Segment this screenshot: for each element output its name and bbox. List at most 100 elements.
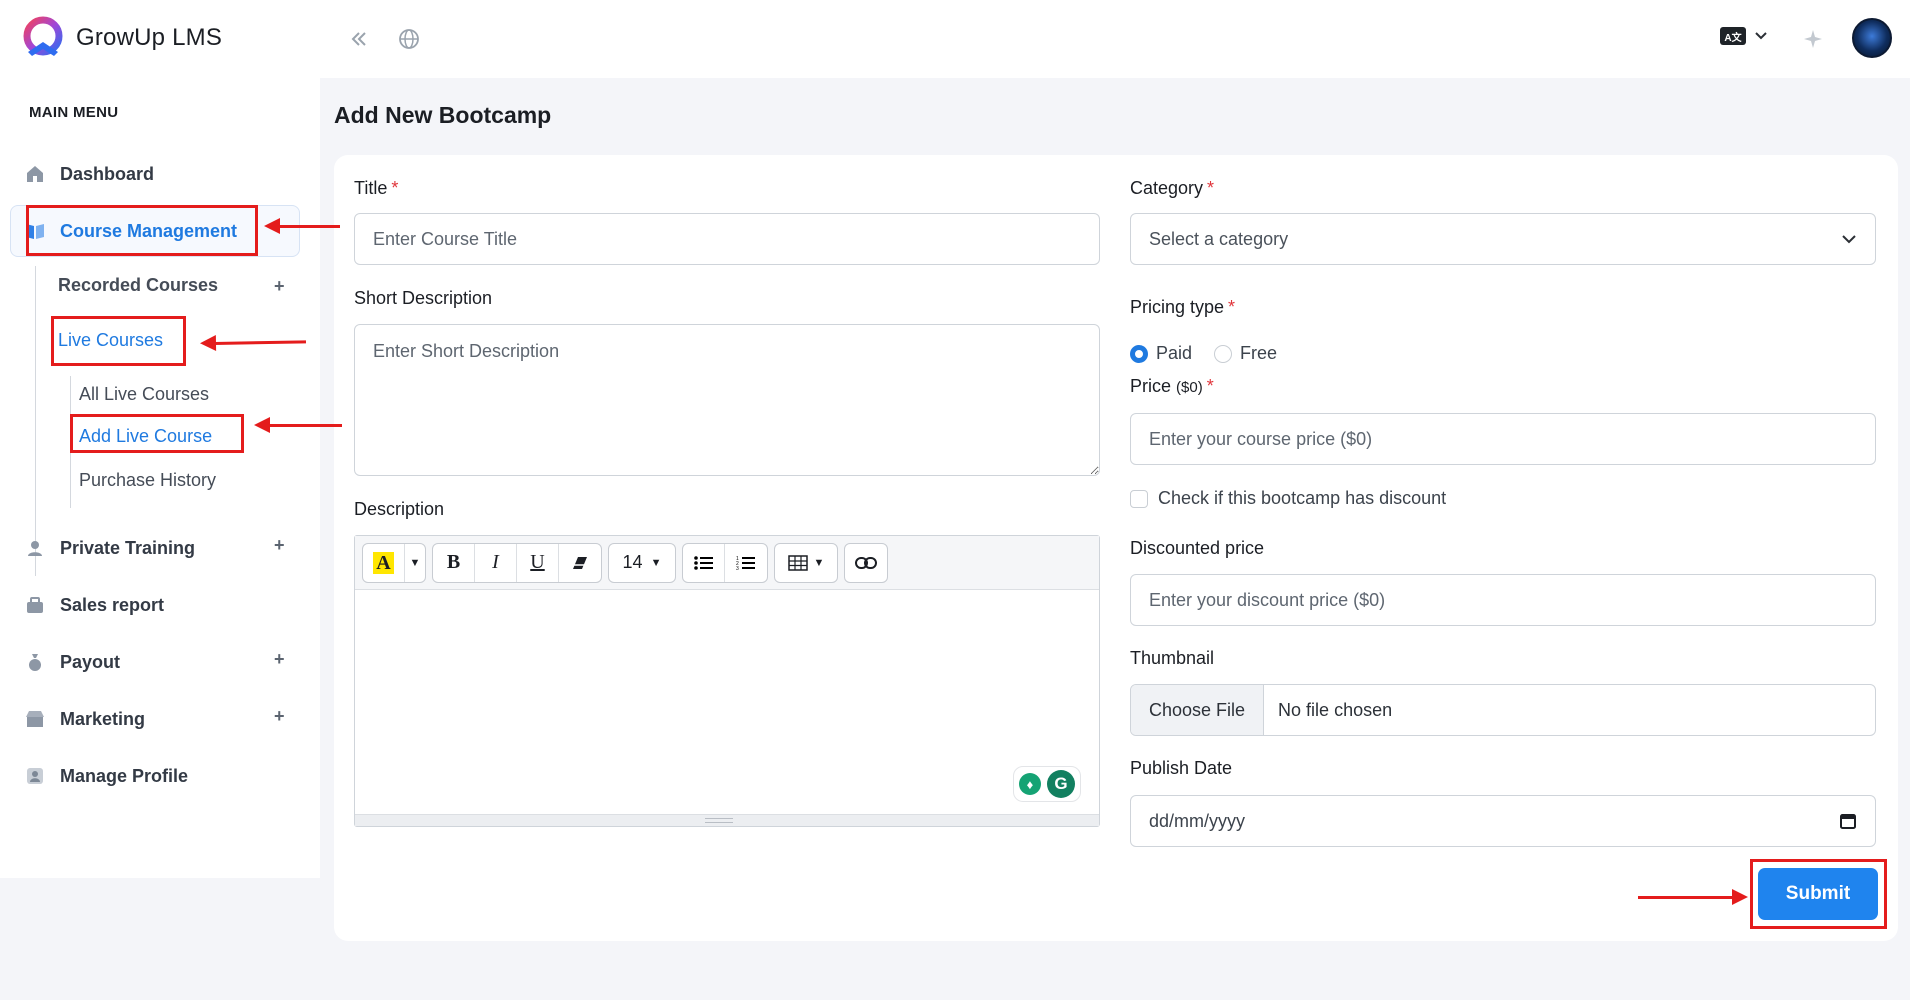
annotation-arrow-submit	[1638, 889, 1748, 905]
lightbulb-icon: ♦	[1019, 773, 1041, 795]
sidebar-item-label: Sales report	[60, 594, 165, 615]
sidebar-item-label: Manage Profile	[60, 765, 189, 786]
main-menu-title: MAIN MENU	[29, 104, 119, 121]
publish-date-placeholder: dd/mm/yyyy	[1149, 810, 1246, 831]
radio-paid[interactable]	[1130, 344, 1148, 363]
short-description-input[interactable]	[354, 324, 1100, 476]
discount-checkbox-label: Check if this bootcamp has discount	[1158, 488, 1447, 508]
thumbnail-label: Thumbnail	[1130, 648, 1215, 668]
app-logo[interactable]: GrowUp LMS	[20, 16, 222, 60]
category-label: Category *	[1130, 178, 1215, 198]
rich-text-editor[interactable]: A ▼ B I U 14 ▼ 123 ▼ ♦ G	[354, 535, 1100, 827]
table-group[interactable]: ▼	[774, 542, 838, 583]
expand-recorded-icon[interactable]: +	[274, 276, 285, 297]
translate-icon: A文	[1720, 27, 1746, 45]
publish-date-label: Publish Date	[1130, 758, 1233, 778]
italic-icon[interactable]: I	[475, 543, 517, 582]
collapse-sidebar-icon[interactable]	[344, 24, 374, 54]
annotation-box-course-management	[26, 205, 258, 256]
sidebar-item-label: Marketing	[60, 708, 146, 729]
publish-date-input[interactable]: dd/mm/yyyy	[1130, 795, 1876, 847]
format-group: B I U	[432, 542, 602, 583]
report-icon	[24, 594, 46, 616]
numbered-list-icon[interactable]: 123	[725, 544, 767, 582]
annotation-arrow-course-management	[264, 218, 340, 234]
thumbnail-file-input[interactable]: Choose File No file chosen	[1130, 684, 1876, 736]
editor-resize-bar[interactable]	[355, 814, 1099, 826]
pricing-type-label: Pricing type *	[1130, 297, 1236, 317]
choose-file-button[interactable]: Choose File	[1131, 685, 1265, 735]
sidebar-item-label: Dashboard	[60, 163, 155, 184]
annotation-box-live-courses	[51, 316, 186, 366]
font-size-select[interactable]: 14 ▼	[609, 544, 675, 582]
eraser-icon[interactable]	[559, 544, 601, 582]
sidebar-item-label: Payout	[60, 651, 121, 672]
link-icon[interactable]	[845, 544, 887, 582]
page-title: Add New Bootcamp	[334, 102, 552, 128]
language-switcher[interactable]: A文	[1720, 27, 1768, 45]
editor-toolbar: A ▼ B I U 14 ▼ 123 ▼	[355, 536, 1099, 590]
font-size-value: 14	[622, 552, 643, 572]
sidebar-item-label: Private Training	[60, 537, 196, 558]
sidebar-item-manage-profile[interactable]: Manage Profile	[24, 762, 188, 790]
resize-grip-icon	[705, 818, 733, 823]
discount-checkbox[interactable]	[1130, 489, 1148, 508]
price-label: Price ($0) *	[1130, 376, 1214, 396]
sidebar-item-private-training[interactable]: Private Training	[24, 534, 195, 562]
table-icon[interactable]: ▼	[775, 544, 837, 582]
link-group[interactable]	[844, 542, 888, 583]
bold-icon[interactable]: B	[433, 543, 475, 582]
sidebar-item-payout[interactable]: Payout	[24, 648, 120, 676]
font-size-group[interactable]: 14 ▼	[608, 542, 676, 583]
expand-payout-icon[interactable]: +	[274, 649, 285, 670]
expand-private-training-icon[interactable]: +	[274, 535, 285, 556]
profile-icon	[24, 765, 46, 787]
title-input[interactable]	[354, 213, 1100, 265]
expand-marketing-icon[interactable]: +	[274, 706, 285, 727]
bullet-list-icon[interactable]	[683, 543, 725, 582]
top-bar: GrowUp LMS A文	[0, 0, 1910, 78]
discount-price-input[interactable]	[1130, 574, 1876, 626]
money-bag-icon	[24, 651, 46, 673]
annotation-box-submit	[1750, 859, 1887, 929]
underline-icon[interactable]: U	[517, 543, 559, 582]
category-placeholder: Select a category	[1149, 228, 1289, 249]
globe-icon[interactable]	[394, 24, 424, 54]
file-status: No file chosen	[1278, 699, 1393, 720]
sidebar-item-all-live-courses[interactable]: All Live Courses	[79, 384, 209, 405]
grammarly-icon: G	[1047, 770, 1075, 798]
discount-checkbox-row[interactable]: Check if this bootcamp has discount	[1130, 488, 1446, 509]
sidebar-item-dashboard[interactable]: Dashboard	[24, 160, 154, 188]
home-icon	[24, 163, 46, 185]
text-color-icon[interactable]: A	[363, 543, 405, 582]
chevron-down-icon	[1755, 32, 1767, 40]
short-description-label: Short Description	[354, 288, 493, 308]
price-input[interactable]	[1130, 413, 1876, 465]
sidebar: MAIN MENU Dashboard Course Management Re…	[0, 78, 320, 878]
radio-paid-label: Paid	[1156, 343, 1193, 363]
calendar-icon[interactable]	[1839, 812, 1857, 830]
svg-text:3: 3	[736, 566, 739, 571]
annotation-arrow-add-live-course	[254, 417, 342, 433]
sidebar-item-purchase-history[interactable]: Purchase History	[79, 470, 216, 491]
app-name: GrowUp LMS	[76, 24, 223, 51]
submenu-line	[35, 266, 36, 576]
sidebar-item-sales-report[interactable]: Sales report	[24, 591, 164, 619]
sidebar-item-recorded-courses[interactable]: Recorded Courses	[58, 275, 218, 296]
category-select[interactable]: Select a category	[1130, 213, 1876, 265]
discounted-price-label: Discounted price	[1130, 538, 1265, 558]
sidebar-item-marketing[interactable]: Marketing	[24, 705, 145, 733]
text-color-dropdown-icon[interactable]: ▼	[405, 544, 425, 582]
text-color-group[interactable]: A ▼	[362, 542, 426, 583]
annotation-box-add-live-course	[70, 414, 244, 453]
grammarly-widget[interactable]: ♦ G	[1013, 766, 1081, 802]
user-group-icon	[24, 537, 46, 559]
sparkle-icon[interactable]	[1798, 24, 1828, 54]
radio-free-label: Free	[1240, 343, 1278, 363]
store-icon	[24, 708, 46, 730]
radio-free[interactable]	[1214, 344, 1233, 363]
list-group: 123	[682, 542, 768, 583]
user-avatar[interactable]	[1852, 18, 1892, 58]
pricing-type-options: Paid Free	[1130, 343, 1277, 364]
chevron-down-icon	[1842, 235, 1856, 244]
